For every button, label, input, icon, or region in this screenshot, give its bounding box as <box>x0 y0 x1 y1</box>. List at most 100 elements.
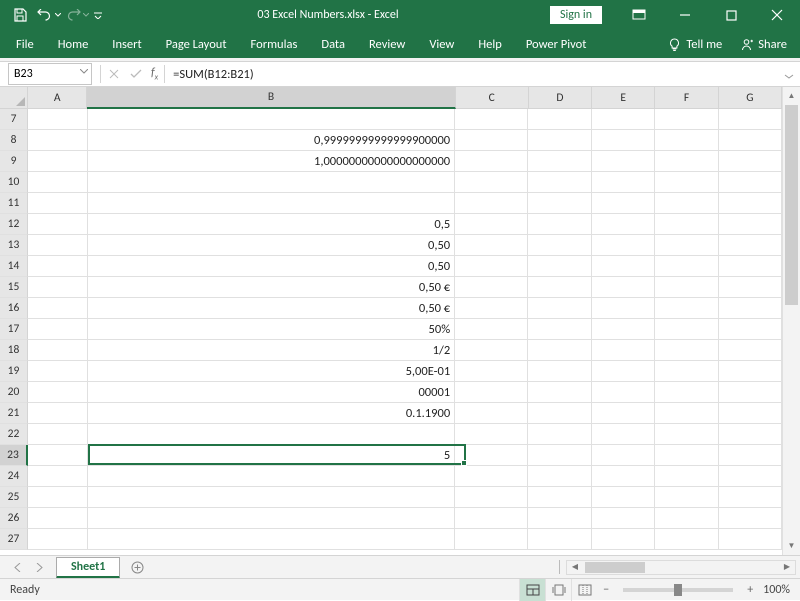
cell[interactable] <box>719 277 782 298</box>
tell-me-button[interactable]: Tell me <box>659 30 731 58</box>
cell[interactable] <box>592 109 655 130</box>
cell[interactable] <box>528 130 591 151</box>
cell[interactable] <box>528 172 591 193</box>
ribbon-tab-data[interactable]: Data <box>309 30 357 58</box>
ribbon-tab-file[interactable]: File <box>4 30 46 58</box>
enter-formula-button[interactable] <box>125 63 147 85</box>
cell[interactable] <box>655 235 718 256</box>
cell[interactable] <box>719 424 782 445</box>
row-header[interactable]: 25 <box>0 487 28 508</box>
cell[interactable] <box>719 193 782 214</box>
hscroll-thumb[interactable] <box>585 562 645 573</box>
page-layout-view-button[interactable] <box>545 579 571 601</box>
cell[interactable] <box>655 382 718 403</box>
cell[interactable] <box>719 130 782 151</box>
cell[interactable] <box>455 277 528 298</box>
cell[interactable] <box>719 172 782 193</box>
ribbon-tab-home[interactable]: Home <box>46 30 101 58</box>
cell[interactable] <box>455 172 528 193</box>
cancel-formula-button[interactable] <box>103 63 125 85</box>
cell[interactable] <box>528 298 591 319</box>
cell[interactable] <box>719 403 782 424</box>
cell[interactable] <box>655 445 718 466</box>
cell[interactable] <box>28 319 88 340</box>
column-header[interactable]: A <box>28 87 87 109</box>
zoom-slider[interactable] <box>623 588 733 592</box>
cell[interactable] <box>28 298 88 319</box>
cell[interactable] <box>455 508 528 529</box>
cell[interactable] <box>528 256 591 277</box>
cell[interactable] <box>655 193 718 214</box>
cell[interactable] <box>592 529 655 550</box>
cell[interactable] <box>455 529 528 550</box>
cell[interactable] <box>655 277 718 298</box>
ribbon-tab-view[interactable]: View <box>417 30 466 58</box>
cell[interactable] <box>592 319 655 340</box>
column-header[interactable]: G <box>719 87 782 109</box>
prev-sheet-button[interactable] <box>6 556 28 579</box>
cell[interactable] <box>719 445 782 466</box>
row-header[interactable]: 24 <box>0 466 28 487</box>
cell[interactable] <box>455 382 528 403</box>
cell[interactable]: 5,00E-01 <box>88 361 456 382</box>
cell[interactable] <box>28 529 88 550</box>
scroll-up-button[interactable]: ▲ <box>783 87 800 105</box>
cell[interactable]: 1/2 <box>88 340 456 361</box>
cell[interactable] <box>719 508 782 529</box>
cell[interactable] <box>592 298 655 319</box>
cell[interactable] <box>455 193 528 214</box>
select-all-button[interactable] <box>0 87 28 109</box>
next-sheet-button[interactable] <box>28 556 50 579</box>
column-header[interactable]: F <box>655 87 718 109</box>
cell[interactable] <box>88 109 456 130</box>
cell[interactable] <box>28 235 88 256</box>
cell[interactable] <box>528 424 591 445</box>
cell[interactable] <box>528 382 591 403</box>
cell[interactable] <box>592 508 655 529</box>
cell[interactable] <box>719 466 782 487</box>
cell[interactable] <box>528 529 591 550</box>
cell[interactable]: 0.1.1900 <box>88 403 456 424</box>
cell[interactable] <box>28 193 88 214</box>
cell[interactable] <box>28 151 88 172</box>
cell[interactable] <box>28 445 88 466</box>
column-header[interactable]: E <box>592 87 655 109</box>
row-header[interactable]: 7 <box>0 109 28 130</box>
column-header[interactable]: D <box>529 87 592 109</box>
undo-button[interactable] <box>34 0 62 30</box>
ribbon-tab-page-layout[interactable]: Page Layout <box>154 30 239 58</box>
cell[interactable] <box>719 529 782 550</box>
cell[interactable] <box>28 382 88 403</box>
cell[interactable]: 0,50 € <box>88 298 456 319</box>
cell[interactable] <box>28 172 88 193</box>
cell[interactable] <box>592 235 655 256</box>
scroll-left-button[interactable]: ◀ <box>567 562 583 572</box>
redo-button[interactable] <box>62 0 90 30</box>
ribbon-tab-power-pivot[interactable]: Power Pivot <box>514 30 599 58</box>
column-header[interactable]: B <box>87 87 455 109</box>
cell[interactable] <box>655 424 718 445</box>
cell[interactable]: 0,50 € <box>88 277 456 298</box>
cell[interactable] <box>528 109 591 130</box>
cell[interactable] <box>655 130 718 151</box>
cell[interactable] <box>28 109 88 130</box>
sheet-tab[interactable]: Sheet1 <box>56 557 120 579</box>
zoom-out-button[interactable]: − <box>597 583 615 597</box>
cell[interactable] <box>655 256 718 277</box>
cell[interactable] <box>592 256 655 277</box>
vscroll-thumb[interactable] <box>785 105 798 305</box>
maximize-button[interactable] <box>708 0 754 30</box>
cell[interactable] <box>719 298 782 319</box>
cell[interactable] <box>592 445 655 466</box>
cell[interactable] <box>655 319 718 340</box>
row-header[interactable]: 20 <box>0 382 28 403</box>
cell[interactable] <box>719 487 782 508</box>
cell[interactable] <box>528 151 591 172</box>
column-header[interactable]: C <box>456 87 529 109</box>
cell[interactable]: 0,50 <box>88 256 456 277</box>
cell[interactable] <box>592 487 655 508</box>
cell[interactable] <box>88 193 456 214</box>
ribbon-display-button[interactable] <box>616 0 662 30</box>
cell[interactable] <box>655 508 718 529</box>
zoom-slider-thumb[interactable] <box>674 584 682 596</box>
